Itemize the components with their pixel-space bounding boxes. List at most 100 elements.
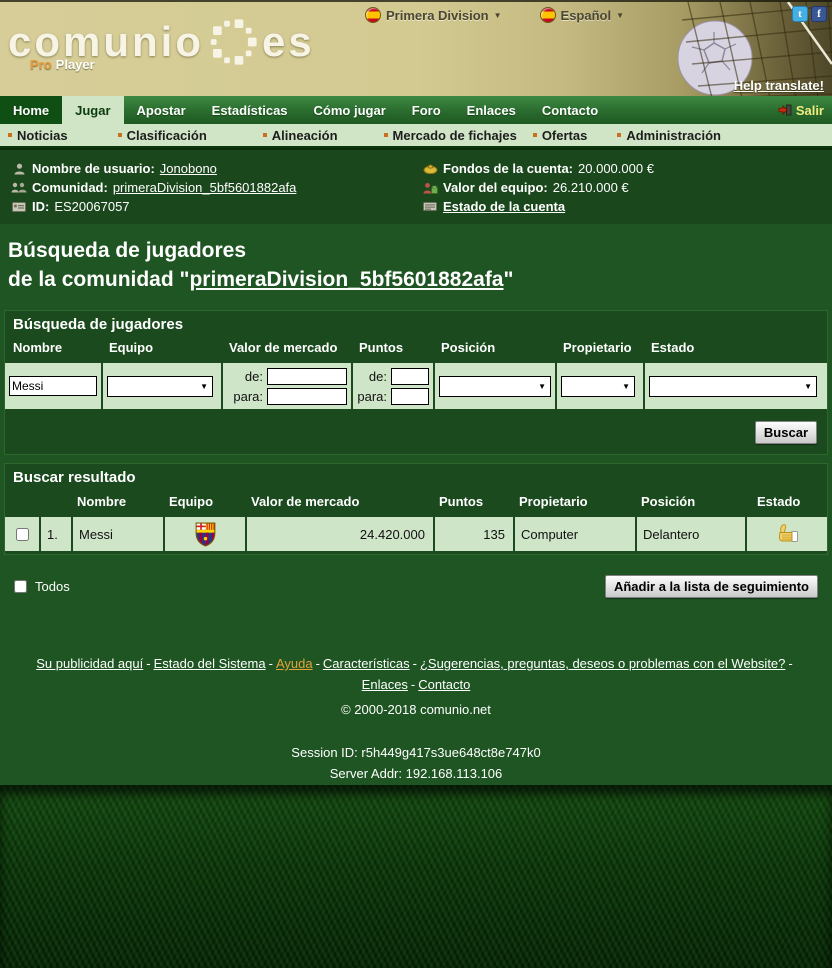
subnav-label: Administración xyxy=(626,128,721,143)
bullet-icon xyxy=(384,133,388,137)
page-title-line2: de la comunidad "primeraDivision_5bf5601… xyxy=(8,265,832,294)
footer-link-contacto[interactable]: Contacto xyxy=(418,677,470,692)
comunio-page: comunio es ProPlayer Primera Division ▼ xyxy=(0,0,832,968)
separator: - xyxy=(146,656,150,671)
row-index: 1. xyxy=(39,517,71,551)
language-selector[interactable]: Español ▼ xyxy=(540,7,625,23)
points-from-input[interactable] xyxy=(391,368,429,385)
search-actions: Buscar xyxy=(5,412,827,454)
team-cell xyxy=(163,517,245,551)
footer-link-estado-sistema[interactable]: Estado del Sistema xyxy=(154,656,266,671)
chevron-down-icon: ▼ xyxy=(616,11,624,20)
tab-contacto[interactable]: Contacto xyxy=(529,96,611,124)
funds-label: Fondos de la cuenta: xyxy=(443,161,573,176)
search-panel: Búsqueda de jugadores Nombre Equipo Valo… xyxy=(4,310,828,455)
points: 135 xyxy=(433,517,513,551)
footer-link-caracteristicas[interactable]: Características xyxy=(323,656,410,671)
sub-nav: Noticias Clasificación Alineación Mercad… xyxy=(0,124,832,148)
team-cell xyxy=(101,363,221,409)
tab-home[interactable]: Home xyxy=(0,96,62,124)
subnav-label: Mercado de fichajes xyxy=(393,128,517,143)
help-translate-link[interactable]: Help translate! xyxy=(734,78,824,93)
rcol-valor: Valor de mercado xyxy=(245,490,433,515)
points-para-label: para: xyxy=(357,389,387,404)
page-title: Búsqueda de jugadores de la comunidad "p… xyxy=(0,224,832,310)
footer-link-enlaces[interactable]: Enlaces xyxy=(362,677,408,692)
tab-jugar[interactable]: Jugar xyxy=(62,96,123,124)
tab-como-jugar[interactable]: Cómo jugar xyxy=(301,96,399,124)
spain-flag-icon xyxy=(365,7,381,23)
results-panel-title: Buscar resultado xyxy=(5,464,827,490)
user-icon xyxy=(10,163,28,175)
col-label-equipo: Equipo xyxy=(101,337,221,360)
community-link[interactable]: primeraDivision_5bf5601882afa xyxy=(113,180,297,195)
server-addr-label: Server Addr: xyxy=(330,766,402,781)
owner-select[interactable] xyxy=(561,376,635,397)
server-addr-value: 192.168.113.106 xyxy=(406,766,503,781)
add-watchlist-button[interactable]: Añadir a la lista de seguimiento xyxy=(605,575,818,598)
copyright: © 2000-2018 comunio.net xyxy=(0,699,832,720)
username-link[interactable]: Jonobono xyxy=(160,161,217,176)
tagline-player: Player xyxy=(56,57,95,72)
footer: Su publicidad aquí-Estado del Sistema-Ay… xyxy=(0,653,832,720)
footer-link-ayuda[interactable]: Ayuda xyxy=(276,656,313,671)
bullet-icon xyxy=(118,133,122,137)
subnav-label: Alineación xyxy=(272,128,338,143)
subnav-label: Noticias xyxy=(17,128,68,143)
row-checkbox[interactable] xyxy=(16,528,29,541)
player-name[interactable]: Messi xyxy=(71,517,163,551)
league-selector[interactable]: Primera Division ▼ xyxy=(365,7,502,23)
value-from-input[interactable] xyxy=(267,368,347,385)
tab-foro[interactable]: Foro xyxy=(399,96,454,124)
value-de-label: de: xyxy=(233,369,263,384)
status-select[interactable] xyxy=(649,376,817,397)
language-selector-label: Español xyxy=(561,8,612,23)
table-row: 1. Messi xyxy=(5,515,827,554)
subnav-item-alineacion[interactable]: Alineación xyxy=(263,128,338,143)
twitter-icon[interactable]: t xyxy=(792,6,808,22)
select-all-checkbox[interactable] xyxy=(14,580,27,593)
account-status-link[interactable]: Estado de la cuenta xyxy=(443,199,565,214)
server-addr-line: Server Addr: 192.168.113.106 xyxy=(0,763,832,784)
tab-estadisticas[interactable]: Estadísticas xyxy=(199,96,301,124)
tab-enlaces[interactable]: Enlaces xyxy=(454,96,529,124)
facebook-icon[interactable]: f xyxy=(811,6,827,22)
search-panel-title: Búsqueda de jugadores xyxy=(5,311,827,337)
subnav-item-ofertas[interactable]: Ofertas xyxy=(533,128,588,143)
thumbs-up-icon xyxy=(774,523,800,545)
position-select[interactable] xyxy=(439,376,551,397)
team-value-icon xyxy=(421,182,439,194)
subnav-label: Ofertas xyxy=(542,128,588,143)
bullet-icon xyxy=(263,133,267,137)
separator: - xyxy=(411,677,415,692)
rcol-nombre: Nombre xyxy=(71,490,163,515)
search-button[interactable]: Buscar xyxy=(755,421,817,444)
position-cell xyxy=(433,363,555,409)
subnav-item-clasificacion[interactable]: Clasificación xyxy=(118,128,207,143)
logout-link[interactable]: Salir xyxy=(770,96,832,124)
footer-link-sugerencias[interactable]: ¿Sugerencias, preguntas, deseos o proble… xyxy=(420,656,785,671)
col-label-posicion: Posición xyxy=(433,337,555,360)
chevron-down-icon: ▼ xyxy=(494,11,502,20)
fc-barcelona-crest-icon[interactable] xyxy=(195,522,216,547)
footer-link-publicidad[interactable]: Su publicidad aquí xyxy=(36,656,143,671)
team-select[interactable] xyxy=(107,376,213,397)
col-label-estado: Estado xyxy=(643,337,827,360)
value-to-input[interactable] xyxy=(267,388,347,405)
name-input[interactable] xyxy=(9,376,97,396)
tagline-pro: Pro xyxy=(30,57,52,72)
session-id-label: Session ID: xyxy=(291,745,357,760)
col-label-puntos: Puntos xyxy=(351,337,433,360)
subnav-item-mercado[interactable]: Mercado de fichajes xyxy=(384,128,517,143)
bullet-icon xyxy=(617,133,621,137)
user-info-band: Nombre de usuario: Jonobono Comunidad: p… xyxy=(0,148,832,224)
tab-apostar[interactable]: Apostar xyxy=(124,96,199,124)
team-value: 26.210.000 € xyxy=(553,180,629,195)
subnav-item-administracion[interactable]: Administración xyxy=(617,128,721,143)
points-to-input[interactable] xyxy=(391,388,429,405)
position: Delantero xyxy=(635,517,745,551)
subnav-item-noticias[interactable]: Noticias xyxy=(8,128,68,143)
col-label-nombre: Nombre xyxy=(5,337,101,360)
bullet-icon xyxy=(533,133,537,137)
title-community-link[interactable]: primeraDivision_5bf5601882afa xyxy=(189,268,503,291)
